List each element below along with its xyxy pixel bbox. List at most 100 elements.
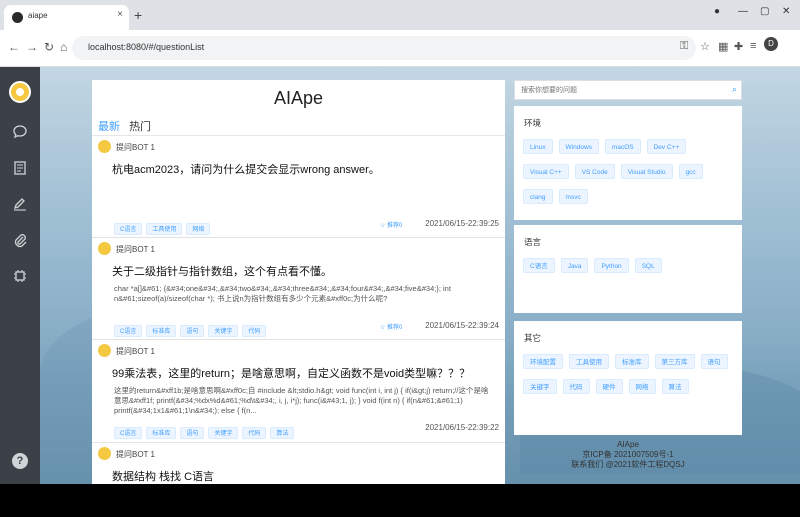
question-tag[interactable]: C语言 xyxy=(114,325,143,337)
favicon-icon xyxy=(12,12,23,23)
category-tag[interactable]: Python xyxy=(594,258,629,273)
question-tag[interactable]: 工具使用 xyxy=(146,223,183,235)
category-tag[interactable]: Dev C++ xyxy=(646,139,687,154)
chat-icon[interactable] xyxy=(12,124,28,140)
sort-tabs: 最新 热门 xyxy=(98,118,157,134)
question-time: 2021/06/15-22:39:25 xyxy=(425,219,499,228)
search-box: ⌕ xyxy=(514,80,742,100)
question-body: char *a[]&#61; {&#34;one&#34;,&#34;two&#… xyxy=(114,284,451,303)
question-item[interactable]: 提问BOT 1 关于二级指针与指针数组，这个有点看不懂。 char *a[]&#… xyxy=(92,238,505,340)
back-icon[interactable]: ← xyxy=(8,40,20,54)
avatar xyxy=(98,344,111,357)
tab-latest[interactable]: 最新 xyxy=(98,121,120,133)
question-tag[interactable]: 网络 xyxy=(186,223,211,235)
question-title[interactable]: 99乘法表，这里的return；是啥意思啊，自定义函数不是void类型嘛？？？ xyxy=(112,365,470,381)
category-tag[interactable]: Visual Studio xyxy=(620,164,673,179)
category-tag[interactable]: 代码 xyxy=(562,379,590,394)
question-tag[interactable]: 关键字 xyxy=(208,325,239,337)
question-title[interactable]: 数据结构 栈找 C语言 xyxy=(112,468,214,484)
store-icon[interactable]: ▦ xyxy=(718,40,728,53)
question-tag[interactable]: C语言 xyxy=(114,427,143,439)
close-tab-icon[interactable]: × xyxy=(117,9,123,20)
extension-icon[interactable]: ✚ xyxy=(734,40,743,53)
menu-list-icon[interactable]: ≡ xyxy=(750,40,756,52)
question-tag[interactable]: 语句 xyxy=(180,427,205,439)
chip-icon[interactable] xyxy=(12,268,28,284)
site-footer: AIApe 京ICP备 2021007509号-1 联系我们 @2021软件工程… xyxy=(514,440,742,470)
question-title[interactable]: 关于二级指针与指针数组，这个有点看不懂。 xyxy=(112,263,332,279)
user-avatar[interactable] xyxy=(9,81,31,103)
tab-hot[interactable]: 热门 xyxy=(129,121,151,133)
category-tags: Linux Windows macOS Dev C++ Visual C++ VS Cod… xyxy=(523,136,735,211)
category-tags: 环境配置 工具使用 标准库 第三方库 语句关键字 代码 硬件 网络 算法 xyxy=(523,351,735,401)
category-tag[interactable]: 硬件 xyxy=(595,379,623,394)
recommend-button[interactable]: ☆ 推荐0 xyxy=(380,322,402,331)
avatar xyxy=(98,242,111,255)
category-tag[interactable]: 关键字 xyxy=(523,379,557,394)
question-tag[interactable]: 标准库 xyxy=(146,325,177,337)
category-tag[interactable]: C语言 xyxy=(523,258,555,273)
maximize-icon[interactable]: ▢ xyxy=(760,6,769,17)
help-icon[interactable]: ? xyxy=(12,453,28,469)
document-icon[interactable] xyxy=(12,160,28,176)
category-tag[interactable]: Java xyxy=(560,258,589,273)
category-tag[interactable]: VS Code xyxy=(574,164,615,179)
category-tag[interactable]: 第三方库 xyxy=(654,354,695,369)
question-author: 提问BOT 1 xyxy=(116,143,155,152)
attachment-icon[interactable] xyxy=(12,232,28,248)
address-bar[interactable]: localhost:8080/#/questionList xyxy=(72,36,696,60)
edit-icon[interactable] xyxy=(12,196,28,212)
question-item[interactable]: 提问BOT 1 杭电acm2023，请问为什么提交会显示wrong answer… xyxy=(92,136,505,238)
question-tags: C语言 工具使用 网络 xyxy=(114,218,214,236)
browser-toolbar: ← → ↻ ⌂ localhost:8080/#/questionList ⚿ … xyxy=(0,30,800,67)
browser-tab[interactable]: aiape × xyxy=(4,5,129,30)
question-tag[interactable]: 标准库 xyxy=(146,427,177,439)
category-tag[interactable]: 网络 xyxy=(628,379,656,394)
home-icon[interactable]: ⌂ xyxy=(60,40,67,54)
question-tag[interactable]: C语言 xyxy=(114,223,143,235)
category-tag[interactable]: clang xyxy=(523,189,553,204)
question-time: 2021/06/15-22:39:24 xyxy=(425,321,499,330)
question-tag[interactable]: 算法 xyxy=(270,427,295,439)
category-tag[interactable]: Visual C++ xyxy=(523,164,569,179)
question-tag[interactable]: 语句 xyxy=(180,325,205,337)
avatar xyxy=(98,140,111,153)
category-tag[interactable]: Windows xyxy=(558,139,599,154)
avatar xyxy=(98,447,111,460)
question-item[interactable]: 提问BOT 1 数据结构 栈找 C语言 xyxy=(92,443,505,484)
minimize-icon[interactable]: — xyxy=(738,6,748,17)
question-tag[interactable]: 代码 xyxy=(242,427,267,439)
forward-icon[interactable]: → xyxy=(26,40,38,54)
question-item[interactable]: 提问BOT 1 99乘法表，这里的return；是啥意思啊，自定义函数不是voi… xyxy=(92,340,505,443)
category-tag[interactable]: msvc xyxy=(558,189,588,204)
category-tag[interactable]: gcc xyxy=(678,164,703,179)
search-icon[interactable]: ⌕ xyxy=(732,84,737,95)
recommend-button[interactable]: ☆ 推荐0 xyxy=(380,220,402,229)
footer-contact[interactable]: 联系我们 @2021软件工程DQSJ xyxy=(514,460,742,470)
address-url[interactable]: localhost:8080/#/questionList xyxy=(88,42,204,52)
category-tag[interactable]: 语句 xyxy=(700,354,728,369)
question-tag[interactable]: 代码 xyxy=(242,325,267,337)
category-tag[interactable]: 标准库 xyxy=(615,354,649,369)
question-title[interactable]: 杭电acm2023，请问为什么提交会显示wrong answer。 xyxy=(112,161,380,177)
bookmark-star-icon[interactable]: ☆ xyxy=(700,40,710,53)
category-tags: C语言 Java Python SQL xyxy=(523,255,735,280)
new-tab-button[interactable]: + xyxy=(134,7,142,23)
category-tag[interactable]: Linux xyxy=(523,139,553,154)
category-heading: 环境 xyxy=(524,118,542,128)
window-close-icon[interactable]: ✕ xyxy=(782,6,790,17)
category-tag[interactable]: 环境配置 xyxy=(523,354,563,369)
category-tag[interactable]: macOS xyxy=(604,139,641,154)
site-title: AIApe xyxy=(273,88,324,108)
key-icon[interactable]: ⚿ xyxy=(680,40,688,53)
footer-icp[interactable]: 京ICP备 2021007509号-1 xyxy=(514,450,742,460)
category-tag[interactable]: 工具使用 xyxy=(569,354,609,369)
reload-icon[interactable]: ↻ xyxy=(44,40,54,54)
category-tag[interactable]: SQL xyxy=(634,258,662,273)
profile-avatar[interactable]: D xyxy=(764,37,778,51)
category-tag[interactable]: 算法 xyxy=(661,379,689,394)
question-body: 这里的return&#xff1b;是啥意思啊&#xff0c;自 #include… xyxy=(114,386,489,415)
category-card-other: 其它 环境配置 工具使用 标准库 第三方库 语句关键字 代码 硬件 网络 算法 xyxy=(514,321,742,435)
question-tag[interactable]: 关键字 xyxy=(208,427,239,439)
search-input[interactable] xyxy=(521,84,721,96)
